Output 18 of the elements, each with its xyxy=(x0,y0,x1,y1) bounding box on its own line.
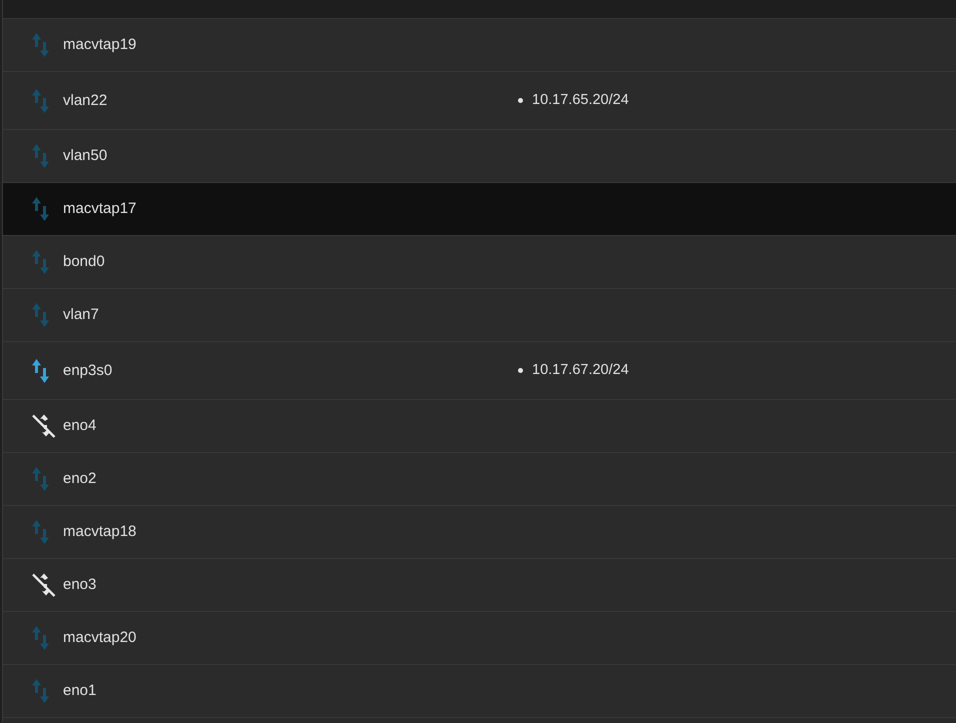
interface-name: bond0 xyxy=(63,252,105,272)
bullet-icon xyxy=(518,368,523,373)
interface-name: eno2 xyxy=(63,469,96,489)
interface-name: enp3s0 xyxy=(63,360,112,380)
ip-address: 10.17.67.20/24 xyxy=(532,361,629,380)
interface-name: vlan7 xyxy=(63,305,99,325)
bullet-icon xyxy=(518,98,523,103)
ip-address: 10.17.65.20/24 xyxy=(532,91,629,110)
interface-name: eno3 xyxy=(63,575,96,595)
interface-name: macvtap17 xyxy=(63,199,136,219)
interface-name: macvtap19 xyxy=(63,35,136,55)
interface-name: vlan22 xyxy=(63,90,108,110)
table-row[interactable]: macvtap17 xyxy=(3,183,956,236)
interface-name: eno4 xyxy=(63,416,96,436)
interface-name: macvtap20 xyxy=(63,628,136,648)
interface-name: macvtap18 xyxy=(63,522,136,542)
interface-name: eno1 xyxy=(63,681,96,701)
interface-name: vlan50 xyxy=(63,146,108,166)
